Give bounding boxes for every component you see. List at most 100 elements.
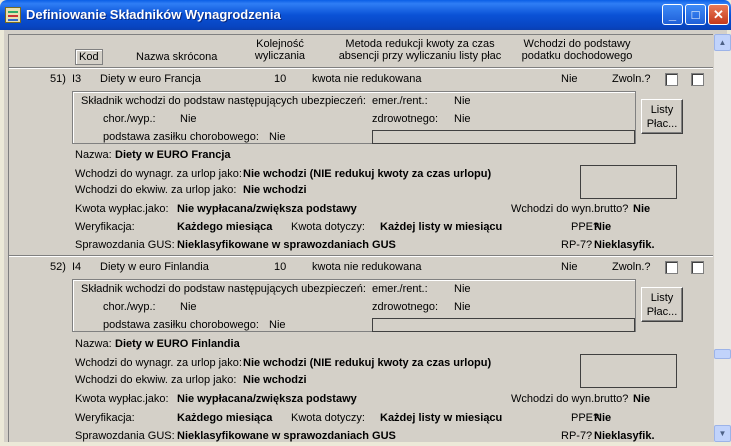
maximize-button[interactable]: □ bbox=[685, 4, 706, 25]
records-panel: Kod Nazwa skrócona Kolejność wyliczania … bbox=[8, 34, 713, 442]
kwota-wypl-value[interactable]: Nie wypłacana/zwiększa podstawy bbox=[177, 203, 357, 215]
nazwa-column-header: Nazwa skrócona bbox=[136, 51, 218, 63]
ppe-value[interactable]: Nie bbox=[594, 221, 611, 233]
metoda-header-line1: Metoda redukcji kwoty za czas bbox=[345, 38, 495, 50]
ekwiw-value[interactable]: Nie wchodzi bbox=[243, 374, 307, 386]
emer-value[interactable]: Nie bbox=[454, 283, 471, 295]
record-method[interactable]: kwota nie redukowana bbox=[312, 261, 421, 273]
brutto-value[interactable]: Nie bbox=[633, 203, 650, 215]
chor-value[interactable]: Nie bbox=[180, 113, 197, 125]
zasilek-label: podstawa zasiłku chorobowego: bbox=[103, 319, 259, 331]
chor-label: chor./wyp.: bbox=[103, 301, 156, 313]
record-52: 52) I4 Diety w euro Finlandia 10 kwota n… bbox=[9, 257, 713, 442]
kwota-dotyczy-label: Kwota dotyczy: bbox=[291, 412, 365, 424]
rp7-label: RP-7? bbox=[561, 239, 593, 251]
ekwiw-label: Wchodzi do ekwiw. za urlop jako: bbox=[75, 374, 237, 386]
emer-label: emer./rent.: bbox=[372, 283, 428, 295]
zwoln-checkbox[interactable] bbox=[665, 261, 678, 274]
gus-value[interactable]: Nieklasyfikowane w sprawozdaniach GUS bbox=[177, 239, 396, 251]
record-number: 52) bbox=[50, 261, 66, 273]
nazwa-value[interactable]: Diety w EURO Francja bbox=[115, 149, 231, 161]
listy-plac-button[interactable]: Listy Płac... bbox=[641, 287, 683, 322]
nazwa-value[interactable]: Diety w EURO Finlandia bbox=[115, 338, 240, 350]
scroll-up-icon[interactable]: ▲ bbox=[714, 34, 731, 51]
record-kod[interactable]: I3 bbox=[72, 73, 81, 85]
brutto-value[interactable]: Nie bbox=[633, 393, 650, 405]
kwota-wypl-label: Kwota wypłac.jako: bbox=[75, 203, 169, 215]
window-title: Definiowanie Składników Wynagrodzenia bbox=[26, 7, 281, 22]
listy-label-line1: Listy bbox=[650, 104, 674, 116]
inner-field bbox=[372, 130, 635, 144]
title-bar[interactable]: Definiowanie Składników Wynagrodzenia _ … bbox=[0, 0, 731, 30]
record-51: 51) I3 Diety w euro Francja 10 kwota nie… bbox=[9, 69, 713, 254]
record-order[interactable]: 10 bbox=[274, 73, 286, 85]
urlop-label: Wchodzi do wynagr. za urlop jako: bbox=[75, 168, 242, 180]
gus-label: Sprawozdania GUS: bbox=[75, 430, 175, 442]
zdrowotnego-label: zdrowotnego: bbox=[372, 113, 439, 125]
kolejnosc-header-line1: Kolejność bbox=[256, 38, 304, 50]
zasilek-label: podstawa zasiłku chorobowego: bbox=[103, 131, 259, 143]
zwoln-label: Zwoln.? bbox=[612, 73, 651, 85]
zasilek-value[interactable]: Nie bbox=[269, 131, 286, 143]
record-method[interactable]: kwota nie redukowana bbox=[312, 73, 421, 85]
record-kod[interactable]: I4 bbox=[72, 261, 81, 273]
emer-value[interactable]: Nie bbox=[454, 95, 471, 107]
client-area: Kod Nazwa skrócona Kolejność wyliczania … bbox=[4, 30, 731, 442]
chor-label: chor./wyp.: bbox=[103, 113, 156, 125]
empty-field bbox=[580, 354, 677, 388]
zdrowotnego-value[interactable]: Nie bbox=[454, 113, 471, 125]
chor-value[interactable]: Nie bbox=[180, 301, 197, 313]
gus-value[interactable]: Nieklasyfikowane w sprawozdaniach GUS bbox=[177, 430, 396, 442]
weryfikacja-value[interactable]: Każdego miesiąca bbox=[177, 221, 272, 233]
weryfikacja-label: Weryfikacja: bbox=[75, 412, 135, 424]
extra-checkbox[interactable] bbox=[691, 73, 704, 86]
skladnik-label: Składnik wchodzi do podstaw następującyc… bbox=[81, 95, 366, 107]
rp7-label: RP-7? bbox=[561, 430, 593, 442]
weryfikacja-value[interactable]: Każdego miesiąca bbox=[177, 412, 272, 424]
record-short-name[interactable]: Diety w euro Finlandia bbox=[100, 261, 209, 273]
kwota-wypl-value[interactable]: Nie wypłacana/zwiększa podstawy bbox=[177, 393, 357, 405]
extra-checkbox[interactable] bbox=[691, 261, 704, 274]
empty-field bbox=[580, 165, 677, 199]
scroll-down-icon[interactable]: ▼ bbox=[714, 425, 731, 442]
vertical-scrollbar[interactable]: ▲ ▼ bbox=[714, 34, 731, 442]
scroll-thumb[interactable] bbox=[714, 349, 731, 359]
listy-plac-button[interactable]: Listy Płac... bbox=[641, 99, 683, 134]
zwoln-checkbox[interactable] bbox=[665, 73, 678, 86]
kod-column-button[interactable]: Kod bbox=[75, 49, 103, 65]
nazwa-label: Nazwa: bbox=[75, 338, 112, 350]
listy-label-line1: Listy bbox=[650, 292, 674, 304]
rp7-value[interactable]: Nieklasyfik. bbox=[594, 430, 655, 442]
wchodzi-header-line2: podatku dochodowego bbox=[521, 50, 633, 62]
ppe-value[interactable]: Nie bbox=[594, 412, 611, 424]
close-button[interactable]: ✕ bbox=[708, 4, 729, 25]
kwota-dotyczy-value[interactable]: Każdej listy w miesiącu bbox=[380, 221, 502, 233]
skladnik-label: Składnik wchodzi do podstaw następującyc… bbox=[81, 283, 366, 295]
zasilek-value[interactable]: Nie bbox=[269, 319, 286, 331]
record-number: 51) bbox=[50, 73, 66, 85]
listy-label-line2: Płac... bbox=[646, 306, 678, 318]
brutto-label: Wchodzi do wyn.brutto? bbox=[511, 393, 629, 405]
record-podatek[interactable]: Nie bbox=[561, 73, 578, 85]
insurance-box: Składnik wchodzi do podstaw następującyc… bbox=[72, 279, 636, 332]
urlop-label: Wchodzi do wynagr. za urlop jako: bbox=[75, 357, 242, 369]
minimize-button[interactable]: _ bbox=[662, 4, 683, 25]
urlop-value[interactable]: Nie wchodzi (NIE redukuj kwoty za czas u… bbox=[243, 168, 491, 180]
ekwiw-value[interactable]: Nie wchodzi bbox=[243, 184, 307, 196]
kwota-wypl-label: Kwota wypłac.jako: bbox=[75, 393, 169, 405]
insurance-box: Składnik wchodzi do podstaw następującyc… bbox=[72, 91, 636, 144]
nazwa-label: Nazwa: bbox=[75, 149, 112, 161]
urlop-value[interactable]: Nie wchodzi (NIE redukuj kwoty za czas u… bbox=[243, 357, 491, 369]
record-order[interactable]: 10 bbox=[274, 261, 286, 273]
zdrowotnego-value[interactable]: Nie bbox=[454, 301, 471, 313]
app-icon bbox=[5, 7, 21, 23]
weryfikacja-label: Weryfikacja: bbox=[75, 221, 135, 233]
record-short-name[interactable]: Diety w euro Francja bbox=[100, 73, 201, 85]
kwota-dotyczy-value[interactable]: Każdej listy w miesiącu bbox=[380, 412, 502, 424]
wchodzi-header-line1: Wchodzi do podstawy bbox=[523, 38, 631, 50]
rp7-value[interactable]: Nieklasyfik. bbox=[594, 239, 655, 251]
zdrowotnego-label: zdrowotnego: bbox=[372, 301, 439, 313]
record-podatek[interactable]: Nie bbox=[561, 261, 578, 273]
zwoln-label: Zwoln.? bbox=[612, 261, 651, 273]
listy-label-line2: Płac... bbox=[646, 118, 678, 130]
